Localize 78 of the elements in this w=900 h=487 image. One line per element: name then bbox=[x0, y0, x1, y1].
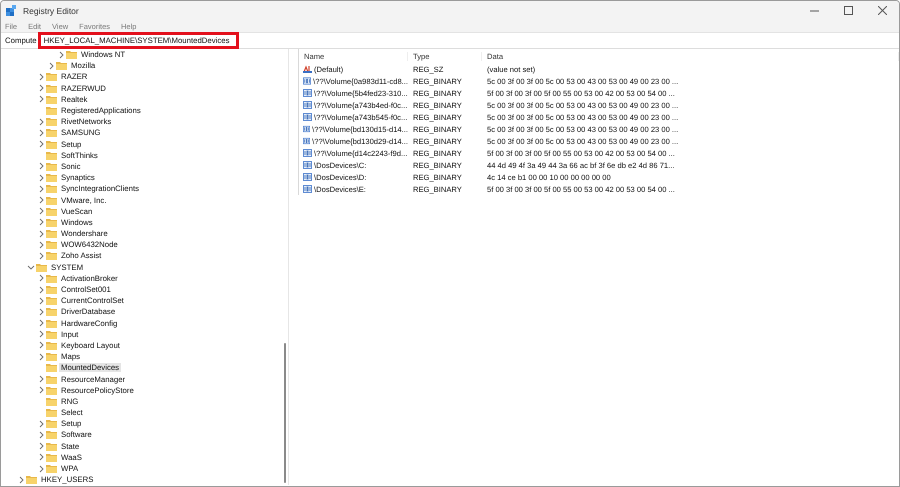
chevron-down-icon[interactable] bbox=[27, 263, 35, 272]
chevron-right-icon[interactable] bbox=[37, 184, 45, 193]
folder-icon bbox=[46, 374, 57, 384]
maximize-icon bbox=[844, 6, 852, 15]
chevron-right-icon[interactable] bbox=[37, 95, 45, 104]
chevron-right-icon[interactable] bbox=[37, 308, 45, 316]
chevron-right-icon[interactable] bbox=[37, 174, 45, 182]
chevron-right-icon[interactable] bbox=[17, 476, 25, 484]
folder-icon bbox=[66, 50, 77, 60]
folder-icon bbox=[46, 72, 57, 82]
chevron-right-icon[interactable] bbox=[57, 50, 65, 59]
chevron-right-icon[interactable] bbox=[37, 386, 45, 394]
registry-icon bbox=[6, 5, 17, 16]
chevron-right-icon[interactable] bbox=[37, 252, 45, 260]
chevron-right-icon[interactable] bbox=[37, 375, 45, 384]
folder-icon bbox=[46, 285, 57, 294]
folder-icon bbox=[46, 363, 57, 372]
chevron-right-icon[interactable] bbox=[37, 430, 45, 439]
folder-icon bbox=[46, 340, 57, 350]
chevron-right-icon[interactable] bbox=[37, 162, 45, 170]
chevron-right-icon[interactable] bbox=[37, 453, 45, 462]
folder-icon bbox=[46, 150, 57, 160]
chevron-right-icon[interactable] bbox=[37, 319, 45, 328]
folder-icon bbox=[46, 218, 57, 227]
folder-icon bbox=[46, 229, 57, 238]
folder-icon bbox=[46, 307, 57, 316]
chevron-right-icon[interactable] bbox=[37, 72, 45, 81]
chevron-right-icon[interactable] bbox=[37, 352, 45, 361]
chevron-right-icon[interactable] bbox=[37, 442, 45, 450]
folder-icon bbox=[46, 240, 57, 250]
folder-icon bbox=[46, 196, 57, 205]
folder-icon bbox=[46, 173, 57, 182]
folder-icon bbox=[46, 84, 57, 93]
folder-icon bbox=[46, 318, 57, 328]
chevron-right-icon[interactable] bbox=[37, 207, 45, 216]
chevron-right-icon[interactable] bbox=[37, 218, 45, 226]
folder-icon bbox=[46, 206, 57, 216]
folder-icon bbox=[46, 274, 57, 283]
chevron-right-icon[interactable] bbox=[37, 464, 45, 473]
folder-icon bbox=[46, 106, 57, 116]
folder-icon bbox=[46, 140, 57, 149]
chevron-right-icon[interactable] bbox=[37, 128, 45, 137]
window-title: Registry Editor bbox=[23, 6, 80, 16]
chevron-right-icon[interactable] bbox=[37, 330, 45, 338]
chevron-right-icon[interactable] bbox=[37, 420, 45, 428]
folder-icon bbox=[46, 464, 57, 474]
chevron-right-icon[interactable] bbox=[37, 341, 45, 350]
close-icon bbox=[878, 6, 886, 15]
chevron-right-icon[interactable] bbox=[37, 230, 45, 238]
folder-icon bbox=[46, 330, 57, 339]
folder-icon bbox=[46, 452, 57, 462]
folder-icon bbox=[46, 386, 57, 395]
folder-icon bbox=[26, 475, 37, 484]
folder-icon bbox=[46, 117, 57, 126]
folder-icon bbox=[46, 128, 57, 138]
folder-icon bbox=[46, 442, 57, 451]
chevron-right-icon[interactable] bbox=[37, 286, 45, 294]
folder-icon bbox=[56, 61, 67, 70]
chevron-right-icon[interactable] bbox=[37, 118, 45, 126]
chevron-right-icon[interactable] bbox=[37, 274, 45, 282]
chevron-right-icon[interactable] bbox=[37, 196, 45, 204]
chevron-right-icon[interactable] bbox=[37, 84, 45, 92]
chevron-right-icon[interactable] bbox=[37, 140, 45, 148]
folder-icon bbox=[46, 94, 57, 104]
folder-icon bbox=[46, 419, 57, 428]
folder-icon bbox=[46, 352, 57, 362]
chevron-right-icon[interactable] bbox=[47, 62, 55, 70]
folder-icon bbox=[46, 296, 57, 306]
scrollbar-thumb[interactable] bbox=[284, 343, 286, 483]
folder-icon bbox=[46, 184, 57, 194]
folder-icon bbox=[46, 430, 57, 440]
folder-icon bbox=[46, 396, 57, 406]
chevron-right-icon[interactable] bbox=[37, 240, 45, 249]
chevron-right-icon[interactable] bbox=[37, 296, 45, 305]
folder-icon bbox=[46, 408, 57, 418]
folder-icon bbox=[46, 251, 57, 260]
folder-icon bbox=[36, 262, 47, 272]
folder-icon bbox=[46, 162, 57, 171]
